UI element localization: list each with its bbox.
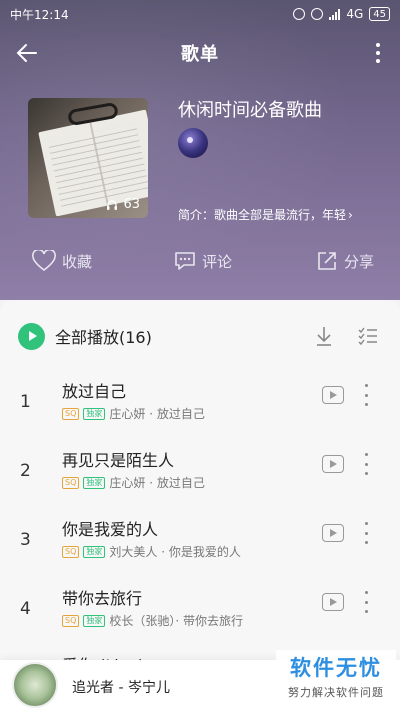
song-artist-album: 庄心妍 · 放过自己 (109, 476, 205, 490)
headphones-icon (107, 199, 118, 210)
song-more-icon[interactable] (362, 453, 370, 475)
song-artist-album: 校长（张驰）· 带你去旅行 (109, 614, 244, 628)
status-time: 中午12:14 (10, 7, 69, 22)
sq-badge: SQ (62, 407, 80, 420)
song-row[interactable]: 3 你是我爱的人 SQ 独家 刘大美人 · 你是我爱的人 (0, 508, 400, 574)
share-icon (318, 252, 336, 270)
favorite-button[interactable]: 收藏 (32, 250, 92, 272)
watermark: 软件无忧 努力解决软件问题 (276, 650, 396, 706)
mini-player-cover[interactable] (12, 662, 58, 708)
multi-select-icon[interactable] (356, 324, 380, 348)
mv-play-icon[interactable] (322, 524, 344, 542)
song-more-icon[interactable] (362, 522, 370, 544)
song-more-icon[interactable] (362, 384, 370, 406)
song-title: 放过自己 (62, 382, 127, 401)
mv-play-icon[interactable] (322, 386, 344, 404)
sq-badge: SQ (62, 614, 80, 627)
song-title: 再见只是陌生人 (62, 451, 175, 470)
play-icon[interactable] (18, 322, 45, 350)
play-count: 63 (106, 197, 140, 212)
comment-button[interactable]: 评论 (174, 250, 232, 272)
mv-play-icon[interactable] (322, 593, 344, 611)
song-row[interactable]: 2 再见只是陌生人 SQ 独家 庄心妍 · 放过自己 (0, 439, 400, 505)
hotspot-icon (293, 8, 306, 20)
play-all-label: 全部播放(16) (55, 328, 152, 347)
battery-icon: 45 (369, 7, 390, 21)
song-title: 你是我爱的人 (62, 520, 159, 539)
song-artist-album: 庄心妍 · 放过自己 (109, 407, 205, 421)
song-row[interactable]: 4 带你去旅行 SQ 独家 校长（张驰）· 带你去旅行 (0, 577, 400, 643)
download-icon[interactable] (312, 324, 336, 348)
exclusive-badge: 独家 (83, 407, 106, 420)
playlist-title: 休闲时间必备歌曲 (178, 100, 322, 121)
page-title: 歌单 (181, 44, 219, 65)
exclusive-badge: 独家 (83, 614, 106, 627)
share-button[interactable]: 分享 (316, 250, 374, 272)
song-row[interactable]: 1 放过自己 SQ 独家 庄心妍 · 放过自己 (0, 370, 400, 436)
sq-badge: SQ (62, 476, 80, 489)
app-bar: 歌单 (0, 30, 400, 76)
exclusive-badge: 独家 (83, 476, 106, 489)
chevron-right-icon: › (348, 207, 353, 222)
mv-play-icon[interactable] (322, 455, 344, 473)
status-icons: 4G 45 (293, 7, 390, 21)
creator-avatar[interactable] (178, 128, 208, 158)
more-vertical-icon[interactable] (368, 38, 388, 68)
playlist-cover[interactable]: 63 (28, 98, 148, 218)
song-artist-album: 刘大美人 · 你是我爱的人 (109, 545, 241, 559)
alarm-icon (311, 8, 324, 20)
network-type: 4G (346, 7, 364, 21)
playlist-intro[interactable]: 简介：歌曲全部是最流行，年轻 › (178, 206, 378, 223)
signal-icon (329, 8, 341, 20)
action-bar: 收藏 评论 分享 (0, 246, 400, 282)
mini-player-song: 追光者 - 岑宁儿 (72, 680, 170, 696)
exclusive-badge: 独家 (83, 545, 106, 558)
song-more-icon[interactable] (362, 591, 370, 613)
back-arrow-icon (16, 44, 37, 62)
heart-icon (32, 250, 56, 272)
back-button[interactable] (10, 36, 44, 70)
play-all-row[interactable]: 全部播放(16) (18, 320, 382, 352)
sq-badge: SQ (62, 545, 80, 558)
comment-icon (175, 252, 195, 270)
status-bar: 中午12:14 4G 45 (0, 0, 400, 28)
song-title: 带你去旅行 (62, 589, 143, 608)
